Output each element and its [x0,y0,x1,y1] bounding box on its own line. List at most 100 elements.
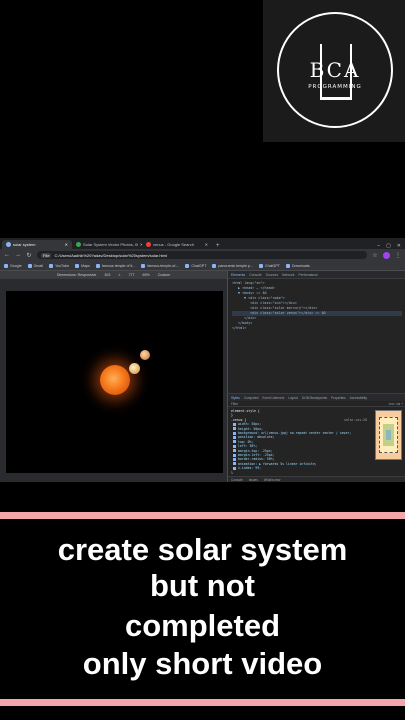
tab-label: Solar System Vector Photos, Ill [83,242,138,247]
tab-venus-search[interactable]: venus - Google Search ✕ [142,240,212,249]
styles-tab[interactable]: Styles [231,396,240,400]
dom-node-line[interactable]: </html> [232,326,402,331]
bookmark-item[interactable]: Gmail [27,263,43,268]
styles-tab[interactable]: DOM Breakpoints [302,396,327,400]
styles-filter[interactable]: Filter :hov .cls + [228,401,405,407]
close-window-icon[interactable]: ✕ [397,243,401,249]
devtools-tab[interactable]: Elements [231,273,245,277]
property-checkbox[interactable] [233,449,236,453]
top-stripe [0,512,405,519]
box-model-border [379,417,398,453]
property-checkbox[interactable] [233,444,236,448]
console-drawer-tab[interactable]: Console [231,478,243,482]
css-rule-text: z-index: 99; [238,466,262,471]
menu-icon[interactable]: ⋮ [395,252,401,259]
times-sign: × [118,273,121,277]
logo-subtitle: PROGRAMMING [308,84,362,90]
avatar[interactable] [383,251,390,259]
close-icon[interactable]: ✕ [65,242,68,247]
devtools-tab[interactable]: Sources [266,273,278,277]
console-drawer: Console Issues What's new [228,476,405,482]
maximize-icon[interactable]: ▢ [386,243,391,249]
dimensions-select[interactable]: Dimensions: Responsive [57,273,97,277]
tab-solar-photos[interactable]: Solar System Vector Photos, Ill ✕ [72,240,142,249]
width-input[interactable]: 303 [104,273,110,277]
css-rule-text: element.style { [231,409,260,413]
bookmark-item[interactable]: famous temple of ti... [95,263,135,268]
bookmark-item[interactable]: YouTube [48,263,70,268]
bookmark-item[interactable]: Google [4,263,22,268]
address-url: C:/Users/Aadhik%20Yadav/Desktop/solar%20… [54,252,167,258]
devtools-tab[interactable]: Network [282,273,294,277]
console-drawer-tab[interactable]: Issues [249,478,258,482]
tab-solar-system[interactable]: solar system ✕ [2,240,72,249]
close-icon[interactable]: ✕ [205,242,208,247]
star-icon[interactable]: ☆ [372,252,378,259]
console-drawer-tab[interactable]: What's new [264,478,280,482]
tab-label: solar system [13,242,36,247]
property-checkbox[interactable] [233,466,236,470]
devtools-panel: Elements Console Sources Network Performance… [227,271,405,482]
forward-icon[interactable]: → [15,252,21,258]
bookmark-label: ChatGPT [191,263,207,268]
bookmark-label: famous-temple-of-... [147,263,180,268]
bookmark-label: Maps [81,263,90,268]
filter-flags[interactable]: :hov .cls + [389,402,403,406]
property-checkbox[interactable] [233,457,236,461]
caption-panel: create solar system but not completed on… [0,526,405,694]
throttle-select[interactable]: Custom [158,273,170,277]
css-rule-text: border-radius: 50%; [238,457,275,462]
bookmark-item[interactable]: Maps [75,263,90,268]
bookmark-icon [27,263,32,268]
css-rule-text: height: 50px; [238,426,263,431]
styles-tab[interactable]: Layout [288,396,298,400]
property-checkbox[interactable] [233,431,236,435]
caption-line-1: create solar system [57,532,348,567]
bookmark-icon [212,263,217,268]
devtools-tab[interactable]: Performance [298,273,317,277]
bottom-stripe [0,699,405,706]
devtools-tab[interactable]: Console [249,273,261,277]
new-tab-button[interactable]: + [212,243,224,249]
bookmark-icon [48,263,53,268]
css-rule-line[interactable]: } [231,471,367,474]
styles-tab[interactable]: Properties [331,396,346,400]
property-checkbox[interactable] [233,422,236,426]
rule-source-link[interactable]: solar.css:28 [344,418,367,422]
tab-strip: solar system ✕ Solar System Vector Photo… [0,238,405,249]
bookmark-label: Google [10,263,22,268]
bookmark-item[interactable]: ChatGPT [185,263,207,268]
minimize-icon[interactable]: – [377,243,380,249]
address-bar[interactable]: File C:/Users/Aadhik%20Yadav/Desktop/sol… [37,251,367,259]
elements-tree: <html lang="en"> ▶ <head> … </head> ▼ <bod… [228,279,405,393]
back-icon[interactable]: ← [4,252,10,258]
google-icon [146,242,151,247]
bookmark-item[interactable]: ChatGPT [258,263,280,268]
solar-page [6,291,223,473]
reload-icon[interactable]: ↻ [26,252,32,259]
bookmark-label: Gmail [33,263,43,268]
tab-label: venus - Google Search [153,242,194,247]
zoom-select[interactable]: 69% [143,273,150,277]
device-toolbar: Dimensions: Responsive 303 × 777 69% Cus… [0,271,227,279]
bookmark-icon [185,263,190,268]
css-rule-text: left: 30%; [238,444,258,449]
styles-tab[interactable]: Computed [244,396,259,400]
device-viewport: Dimensions: Responsive 303 × 777 69% Cus… [0,271,227,482]
styles-tab[interactable]: Event Listeners [262,396,284,400]
bookmark-item[interactable]: panoramic temple p... [212,263,253,268]
height-input[interactable]: 777 [129,273,135,277]
styles-tab[interactable]: Accessibility [350,396,367,400]
box-model [375,410,402,460]
property-checkbox[interactable] [233,440,236,444]
property-checkbox[interactable] [233,435,236,439]
bookmark-item[interactable]: Downloads [285,263,310,268]
property-checkbox[interactable] [233,462,236,466]
bookmark-icon [75,263,80,268]
bookmark-item[interactable]: famous-temple-of-... [141,263,180,268]
filter-input[interactable]: Filter [231,402,238,406]
property-checkbox[interactable] [233,427,236,431]
bookmark-label: YouTube [54,263,70,268]
css-rule-text: .venus { [231,417,247,422]
property-checkbox[interactable] [233,453,236,457]
